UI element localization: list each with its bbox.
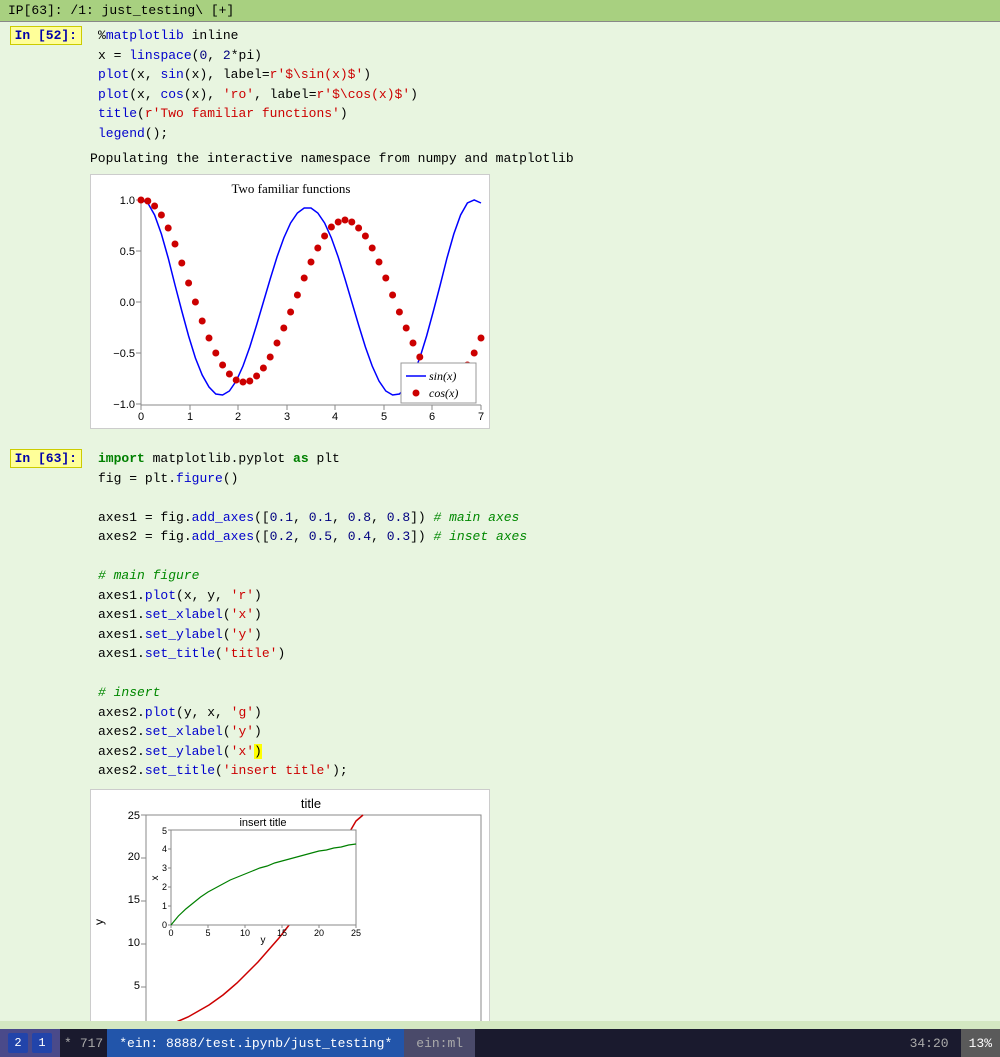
- inset-ylabel: x: [150, 875, 161, 880]
- svg-text:0.5: 0.5: [120, 246, 135, 258]
- cell-63-prompt: In [63]:: [0, 445, 90, 785]
- cell-52-output: Populating the interactive namespace fro…: [0, 147, 1000, 170]
- plot1-container: Two familiar functions 0 1 2: [0, 170, 1000, 437]
- plot2-container: title 0 5 10 15: [0, 785, 1000, 1022]
- svg-text:15: 15: [128, 894, 140, 906]
- status-file: *ein: 8888/test.ipynb/just_testing*: [107, 1029, 404, 1057]
- svg-text:5: 5: [134, 980, 140, 992]
- svg-text:0: 0: [168, 928, 173, 938]
- prompt-in-52: In [52]:: [10, 26, 82, 45]
- status-position: 34:20: [898, 1036, 961, 1051]
- status-bar: 2 1 * 717 *ein: 8888/test.ipynb/just_tes…: [0, 1029, 1000, 1057]
- legend-sin-label: sin(x): [429, 369, 456, 383]
- svg-text:15: 15: [277, 928, 287, 938]
- svg-text:5: 5: [381, 411, 387, 423]
- svg-text:3: 3: [162, 863, 167, 873]
- cell-63-code: import matplotlib.pyplot as plt fig = pl…: [98, 449, 992, 781]
- legend-cos-label: cos(x): [429, 386, 458, 400]
- svg-text:−1.0: −1.0: [113, 399, 135, 411]
- svg-text:3: 3: [284, 411, 290, 423]
- status-cell-nums: 2 1: [0, 1029, 60, 1057]
- svg-text:4: 4: [332, 411, 338, 423]
- status-percent: 13%: [961, 1029, 1000, 1057]
- svg-text:0: 0: [138, 411, 144, 423]
- svg-text:5: 5: [162, 826, 167, 836]
- cell-63: In [63]: import matplotlib.pyplot as plt…: [0, 445, 1000, 785]
- plot2-ylabel: y: [92, 919, 106, 925]
- svg-text:25: 25: [351, 928, 361, 938]
- svg-text:25: 25: [128, 810, 140, 822]
- svg-text:5: 5: [205, 928, 210, 938]
- plot2-title: title: [301, 796, 321, 811]
- cell-63-content[interactable]: import matplotlib.pyplot as plt fig = pl…: [90, 445, 1000, 785]
- svg-text:2: 2: [235, 411, 241, 423]
- svg-text:0: 0: [162, 920, 167, 930]
- legend-cos-dot: [413, 390, 420, 397]
- svg-text:6: 6: [429, 411, 435, 423]
- cell-52-content[interactable]: %matplotlib inline x = linspace(0, 2*pi)…: [90, 22, 1000, 147]
- status-mode-text: ein:ml: [416, 1036, 463, 1051]
- cell-52-code: %matplotlib inline x = linspace(0, 2*pi)…: [98, 26, 992, 143]
- cos-dot: [138, 197, 145, 204]
- cell-52-output-text: Populating the interactive namespace fro…: [90, 151, 574, 166]
- title-bar: IP[63]: /1: just_testing\ [+]: [0, 0, 1000, 22]
- plot2-svg: title 0 5 10 15: [90, 789, 490, 1022]
- status-num-2: 1: [32, 1033, 52, 1053]
- status-num-1: 2: [8, 1033, 28, 1053]
- notebook[interactable]: In [52]: %matplotlib inline x = linspace…: [0, 22, 1000, 1021]
- svg-text:1: 1: [187, 411, 193, 423]
- status-mode: ein:ml: [404, 1029, 475, 1057]
- status-position-text: 34:20: [910, 1036, 949, 1051]
- svg-text:−0.5: −0.5: [113, 348, 135, 360]
- cell-52-prompt: In [52]:: [0, 22, 90, 147]
- svg-text:10: 10: [128, 937, 140, 949]
- svg-text:1.0: 1.0: [120, 195, 135, 207]
- svg-text:10: 10: [240, 928, 250, 938]
- inset-title: insert title: [239, 817, 286, 829]
- status-percent-text: 13%: [969, 1036, 992, 1051]
- svg-text:0.0: 0.0: [120, 297, 135, 309]
- svg-text:7: 7: [478, 411, 484, 423]
- inset-xlabel: y: [261, 935, 266, 946]
- svg-text:2: 2: [162, 882, 167, 892]
- plot1-svg: Two familiar functions 0 1 2: [90, 174, 490, 429]
- plot1-title: Two familiar functions: [232, 181, 351, 196]
- cell-52: In [52]: %matplotlib inline x = linspace…: [0, 22, 1000, 147]
- status-line-count: 717: [76, 1036, 107, 1051]
- svg-text:4: 4: [162, 844, 167, 854]
- status-asterisk: *: [60, 1036, 76, 1051]
- svg-text:20: 20: [128, 851, 140, 863]
- status-filename: *ein: 8888/test.ipynb/just_testing*: [119, 1036, 392, 1051]
- title-text: IP[63]: /1: just_testing\ [+]: [8, 3, 234, 18]
- svg-text:1: 1: [162, 901, 167, 911]
- svg-text:20: 20: [314, 928, 324, 938]
- prompt-in-63: In [63]:: [10, 449, 82, 468]
